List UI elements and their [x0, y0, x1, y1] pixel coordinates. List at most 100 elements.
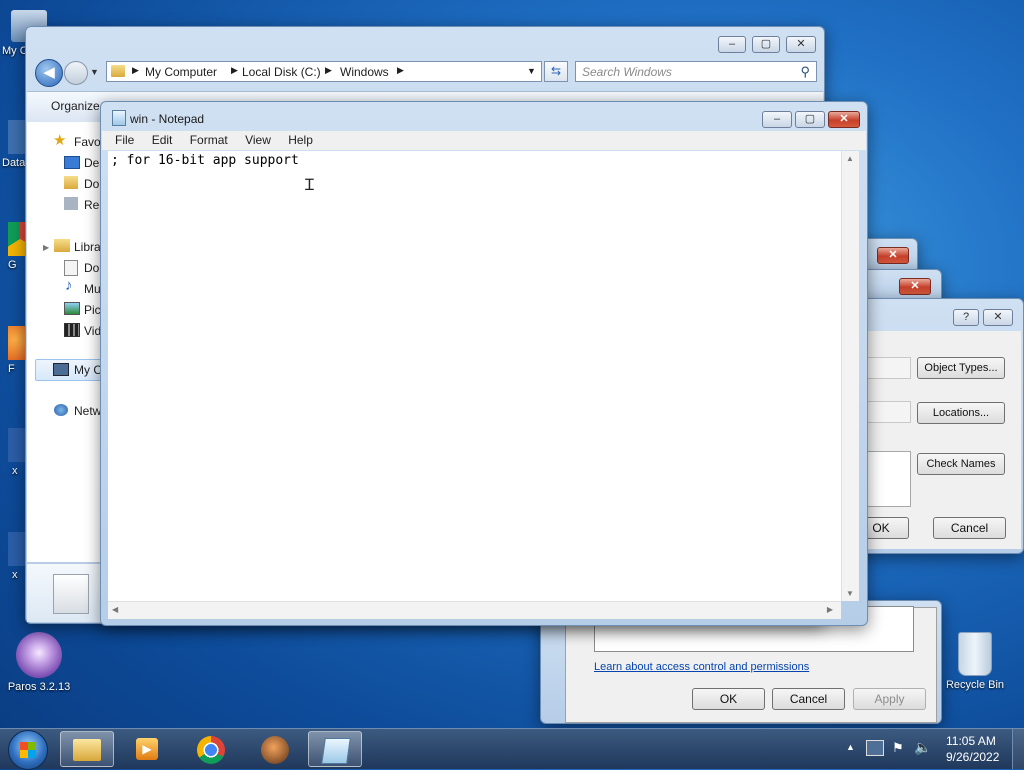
permissions-ok-button[interactable]: OK	[692, 688, 765, 710]
taskbar: ▶ ▲ ⚑ 🔈 11:05 AM 9/26/2022	[0, 728, 1024, 770]
breadcrumb-local-disk[interactable]: Local Disk (C:)	[242, 65, 321, 79]
nav-favorites[interactable]: Favo	[74, 135, 101, 149]
breadcrumb-separator-icon: ▶	[325, 65, 332, 75]
folder-icon	[111, 65, 125, 77]
file-settings-icon	[53, 574, 89, 614]
paros-icon	[16, 632, 62, 678]
nav-videos[interactable]: Vid	[84, 324, 101, 338]
breadcrumb-separator-icon: ▶	[397, 65, 404, 75]
videos-icon	[64, 323, 80, 337]
desktop-icon-label: Recycle Bin	[945, 679, 1005, 691]
object-names-box[interactable]	[863, 451, 911, 507]
media-player-icon: ▶	[136, 738, 158, 760]
vertical-scrollbar[interactable]: ▲ ▼	[841, 151, 859, 601]
locations-button[interactable]: Locations...	[917, 402, 1005, 424]
network-tray-icon[interactable]	[866, 740, 884, 756]
music-icon: ♪	[65, 277, 73, 294]
taskbar-explorer[interactable]	[60, 731, 114, 767]
scroll-up-icon[interactable]: ▲	[846, 154, 854, 163]
clock-date[interactable]: 9/26/2022	[946, 750, 999, 764]
help-button[interactable]: ?	[953, 309, 979, 326]
menu-help[interactable]: Help	[288, 133, 313, 147]
taskbar-app[interactable]	[248, 731, 302, 767]
scroll-right-icon[interactable]: ▶	[827, 605, 833, 614]
history-dropdown-icon[interactable]: ▼	[90, 67, 99, 77]
object-types-button[interactable]: Object Types...	[917, 357, 1005, 379]
text-editor[interactable]: ; for 16-bit app support Ɪ	[108, 151, 841, 601]
nav-network[interactable]: Netw	[74, 404, 101, 418]
horizontal-scrollbar[interactable]: ◀ ▶	[108, 601, 841, 619]
taskbar-notepad[interactable]	[308, 731, 362, 767]
nav-pictures[interactable]: Pic	[84, 303, 101, 317]
nav-libraries[interactable]: Libra	[74, 240, 101, 254]
close-button[interactable]: ✕	[899, 278, 931, 295]
taskbar-media-player[interactable]: ▶	[120, 731, 174, 767]
volume-icon[interactable]: 🔈	[914, 739, 931, 756]
pictures-icon	[64, 302, 80, 315]
dialog-close-button[interactable]: ✕	[983, 309, 1013, 326]
desktop-icon-paros[interactable]: Paros 3.2.13	[4, 632, 74, 693]
window-title: win - Notepad	[130, 112, 205, 126]
taskbar-chrome[interactable]	[184, 731, 238, 767]
select-users-body: Object Types... Locations... Check Names…	[853, 331, 1021, 549]
search-box[interactable]: Search Windows ⚲	[575, 61, 817, 82]
location-field	[863, 401, 911, 423]
search-icon: ⚲	[800, 64, 810, 79]
notepad-window: win - Notepad – ▢ ✕ File Edit Format Vie…	[100, 101, 868, 626]
action-center-flag-icon[interactable]: ⚑	[892, 740, 904, 756]
organize-button[interactable]: Organize	[51, 99, 100, 113]
favorites-star-icon: ★	[53, 132, 67, 149]
desktop-icon-recycle-bin[interactable]: Recycle Bin	[940, 632, 1010, 691]
nav-my-computer: My C	[74, 363, 102, 377]
downloads-icon	[64, 176, 78, 189]
search-placeholder: Search Windows	[582, 65, 672, 79]
object-type-field	[863, 357, 911, 379]
menu-edit[interactable]: Edit	[152, 133, 173, 147]
nav-music[interactable]: Mu	[84, 282, 101, 296]
windows-logo-icon	[20, 742, 36, 758]
select-users-dialog: ? ✕ Object Types... Locations... Check N…	[850, 298, 1024, 554]
breadcrumb-my-computer[interactable]: My Computer	[145, 65, 217, 79]
scroll-down-icon[interactable]: ▼	[846, 589, 854, 598]
back-button[interactable]: ◀	[35, 59, 63, 87]
notepad-icon	[321, 738, 351, 764]
menu-format[interactable]: Format	[190, 133, 228, 147]
menu-view[interactable]: View	[245, 133, 271, 147]
show-hidden-icons[interactable]: ▲	[846, 742, 855, 752]
forward-button[interactable]	[64, 61, 88, 85]
expand-arrow-icon[interactable]: ▶	[43, 243, 49, 252]
access-control-link[interactable]: Learn about access control and permissio…	[594, 661, 809, 673]
breadcrumb-separator-icon: ▶	[132, 65, 139, 75]
close-button[interactable]: ✕	[877, 247, 909, 264]
maximize-button[interactable]: ▢	[795, 111, 825, 128]
network-icon	[54, 404, 68, 416]
maximize-button[interactable]: ▢	[752, 36, 780, 53]
refresh-button[interactable]: ⇆	[544, 61, 568, 82]
recent-places-icon	[64, 197, 78, 210]
desktop-icon-label: Paros 3.2.13	[7, 681, 71, 693]
menu-file[interactable]: File	[115, 133, 134, 147]
text-cursor-icon: Ɪ	[305, 175, 314, 194]
nav-downloads[interactable]: Do	[84, 177, 99, 191]
clock-time[interactable]: 11:05 AM	[946, 734, 996, 748]
minimize-button[interactable]: –	[718, 36, 746, 53]
permissions-cancel-button[interactable]: Cancel	[772, 688, 845, 710]
select-cancel-button[interactable]: Cancel	[933, 517, 1006, 539]
start-button[interactable]	[8, 730, 48, 770]
check-names-button[interactable]: Check Names	[917, 453, 1005, 475]
menu-bar: File Edit Format View Help	[102, 131, 866, 150]
desktop-icon	[64, 156, 80, 169]
address-bar[interactable]: ▶ My Computer ▶ Local Disk (C:) ▶ Window…	[106, 61, 542, 82]
notepad-close-button[interactable]: ✕	[828, 111, 860, 128]
minimize-button[interactable]: –	[762, 111, 792, 128]
permissions-apply-button[interactable]: Apply	[853, 688, 926, 710]
explorer-close-button[interactable]: ✕	[786, 36, 816, 53]
scroll-left-icon[interactable]: ◀	[112, 605, 118, 614]
notepad-icon	[112, 110, 126, 126]
libraries-icon	[54, 239, 70, 252]
show-desktop-button[interactable]	[1012, 729, 1024, 769]
editor-content: ; for 16-bit app support	[111, 153, 299, 168]
nav-documents[interactable]: Do	[84, 261, 99, 275]
address-dropdown-icon[interactable]: ▼	[527, 66, 536, 76]
breadcrumb-windows[interactable]: Windows	[340, 65, 389, 79]
